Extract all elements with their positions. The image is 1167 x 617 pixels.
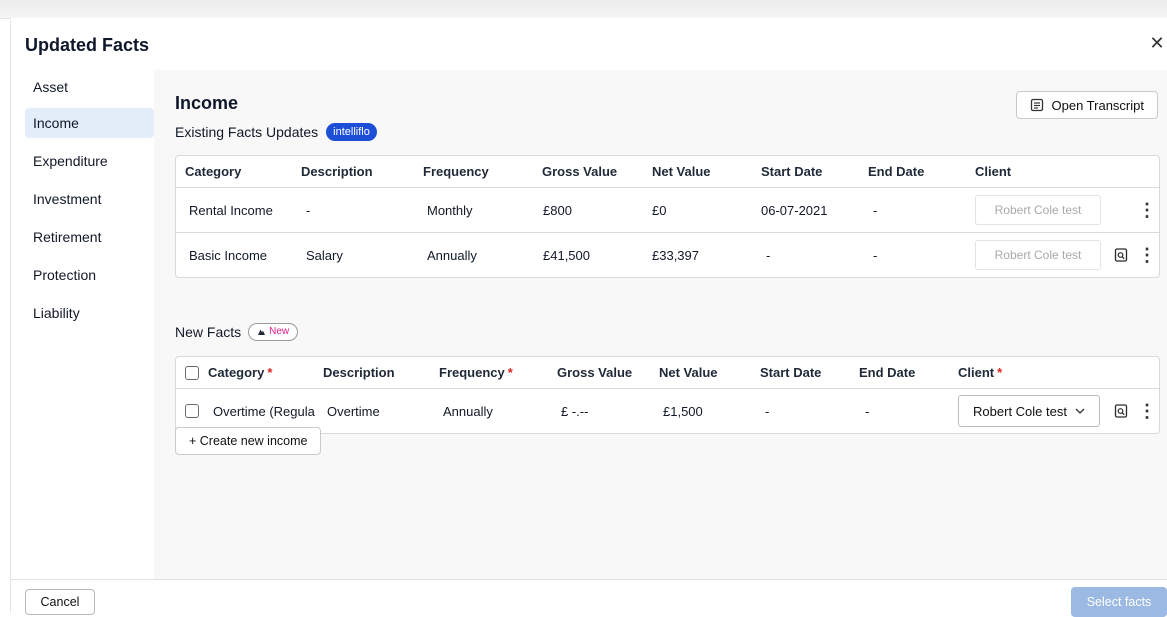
document-search-icon[interactable] xyxy=(1114,248,1128,262)
new-facts-heading: New Facts New xyxy=(175,323,299,341)
table-header: Category Description Frequency Gross Val… xyxy=(176,156,1159,188)
modal-title: Updated Facts xyxy=(25,35,150,55)
intelliflo-badge: intelliflo xyxy=(326,123,377,141)
section-title: Income xyxy=(175,93,239,113)
sidebar-item-protection[interactable]: Protection xyxy=(25,260,154,290)
cell-gross-value: £800 xyxy=(543,202,572,218)
cell-net-value: £1,500 xyxy=(663,403,703,419)
cell-end-date: - xyxy=(865,403,870,419)
cell-end-date: - xyxy=(873,247,878,263)
existing-facts-table: Category Description Frequency Gross Val… xyxy=(175,155,1160,278)
table-row: Rental Income - Monthly £800 £0 06-07-20… xyxy=(176,188,1159,233)
open-transcript-label: Open Transcript xyxy=(1051,97,1145,113)
sidebar: Asset Income Expenditure Investment Reti… xyxy=(11,70,154,579)
table-header: Category * Description Frequency * Gross V… xyxy=(176,357,1159,389)
cell-description: - xyxy=(306,202,311,218)
col-end-date: End Date xyxy=(859,365,916,380)
required-mark: * xyxy=(997,365,1003,380)
client-select[interactable]: Robert Cole test xyxy=(958,395,1100,427)
table-row: Overtime (Regula Overtime Annually £ -.-… xyxy=(176,389,1159,433)
kebab-icon[interactable]: ⋮ xyxy=(1138,402,1156,420)
cell-description: Salary xyxy=(306,247,343,263)
row-checkbox[interactable] xyxy=(185,404,199,418)
chevron-down-icon xyxy=(1075,408,1085,414)
existing-facts-label: Existing Facts Updates xyxy=(175,124,319,140)
col-description: Description xyxy=(301,164,373,179)
cancel-button[interactable]: Cancel xyxy=(25,589,95,615)
cell-gross-value: £41,500 xyxy=(543,247,590,263)
new-badge-label: New xyxy=(269,326,290,337)
cell-client: Robert Cole test xyxy=(975,188,1101,232)
cell-start-date: 06-07-2021 xyxy=(761,202,828,218)
cell-client: Robert Cole test xyxy=(975,233,1101,277)
existing-facts-heading: Existing Facts Updates intelliflo xyxy=(175,123,377,141)
cell-frequency: Annually xyxy=(443,403,493,419)
updated-facts-modal: Updated Facts ✕ Asset Income Expenditure… xyxy=(10,18,1167,617)
required-mark: * xyxy=(267,365,273,380)
col-description: Description xyxy=(323,365,395,380)
table-row: Basic Income Salary Annually £41,500 £33… xyxy=(176,233,1159,277)
client-select-disabled: Robert Cole test xyxy=(975,240,1101,270)
view-source[interactable] xyxy=(1114,389,1128,433)
close-icon[interactable]: ✕ xyxy=(1147,32,1167,54)
cell-net-value: £33,397 xyxy=(652,247,699,263)
col-frequency-label: Frequency xyxy=(439,365,505,380)
footer-divider xyxy=(11,579,1167,580)
cell-start-date: - xyxy=(765,403,770,419)
view-source[interactable] xyxy=(1114,233,1128,277)
required-mark: * xyxy=(507,365,513,380)
cell-end-date: - xyxy=(873,202,878,218)
col-gross-value: Gross Value xyxy=(542,164,618,179)
browser-top-bar xyxy=(0,0,1167,19)
sidebar-item-liability[interactable]: Liability xyxy=(25,298,154,328)
col-gross-value: Gross Value xyxy=(557,365,633,380)
cell-start-date: - xyxy=(766,247,771,263)
client-select-disabled: Robert Cole test xyxy=(975,195,1101,225)
sidebar-item-retirement[interactable]: Retirement xyxy=(25,222,154,252)
client-select-value: Robert Cole test xyxy=(973,403,1067,419)
new-facts-label: New Facts xyxy=(175,324,242,340)
select-all-cell[interactable] xyxy=(185,357,199,388)
col-end-date: End Date xyxy=(868,164,925,179)
cell-category: Basic Income xyxy=(189,247,268,263)
col-client: Client xyxy=(975,164,1012,179)
content-panel: Income Existing Facts Updates intelliflo… xyxy=(154,70,1167,579)
sidebar-item-income[interactable]: Income xyxy=(25,108,154,138)
row-menu[interactable]: ⋮ xyxy=(1138,188,1156,232)
col-client-label: Client xyxy=(958,365,995,380)
kebab-icon[interactable]: ⋮ xyxy=(1138,201,1156,219)
intelliflo-logo-icon xyxy=(258,329,266,335)
cell-frequency: Monthly xyxy=(427,202,473,218)
cell-gross-value: £ -.-- xyxy=(561,403,589,419)
col-frequency: Frequency xyxy=(423,164,489,179)
sidebar-item-expenditure[interactable]: Expenditure xyxy=(25,146,154,176)
kebab-icon[interactable]: ⋮ xyxy=(1138,246,1156,264)
cell-frequency: Annually xyxy=(427,247,477,263)
create-new-income-button[interactable]: + Create new income xyxy=(175,427,322,455)
sidebar-item-asset[interactable]: Asset xyxy=(25,72,154,102)
sidebar-item-investment[interactable]: Investment xyxy=(25,184,154,214)
cell-description: Overtime xyxy=(327,403,380,419)
col-category-label: Category xyxy=(208,365,265,380)
new-badge: New xyxy=(248,323,299,341)
open-transcript-button[interactable]: Open Transcript xyxy=(1015,91,1158,119)
col-category: Category xyxy=(185,164,242,179)
row-menu[interactable]: ⋮ xyxy=(1138,389,1156,433)
col-net-value: Net Value xyxy=(652,164,711,179)
select-all-checkbox[interactable] xyxy=(185,365,199,380)
transcript-icon xyxy=(1030,98,1043,112)
col-start-date: Start Date xyxy=(761,164,823,179)
new-facts-table: Category * Description Frequency * Gross V… xyxy=(175,356,1160,434)
row-menu[interactable]: ⋮ xyxy=(1138,233,1156,277)
cell-category: Rental Income xyxy=(189,202,273,218)
cell-client: Robert Cole test xyxy=(958,389,1100,433)
col-category: Category * xyxy=(208,357,272,388)
cell-net-value: £0 xyxy=(652,202,667,218)
col-frequency: Frequency * xyxy=(439,357,513,388)
col-client: Client * xyxy=(958,357,1002,388)
document-search-icon[interactable] xyxy=(1114,404,1128,418)
col-start-date: Start Date xyxy=(760,365,822,380)
col-net-value: Net Value xyxy=(659,365,718,380)
